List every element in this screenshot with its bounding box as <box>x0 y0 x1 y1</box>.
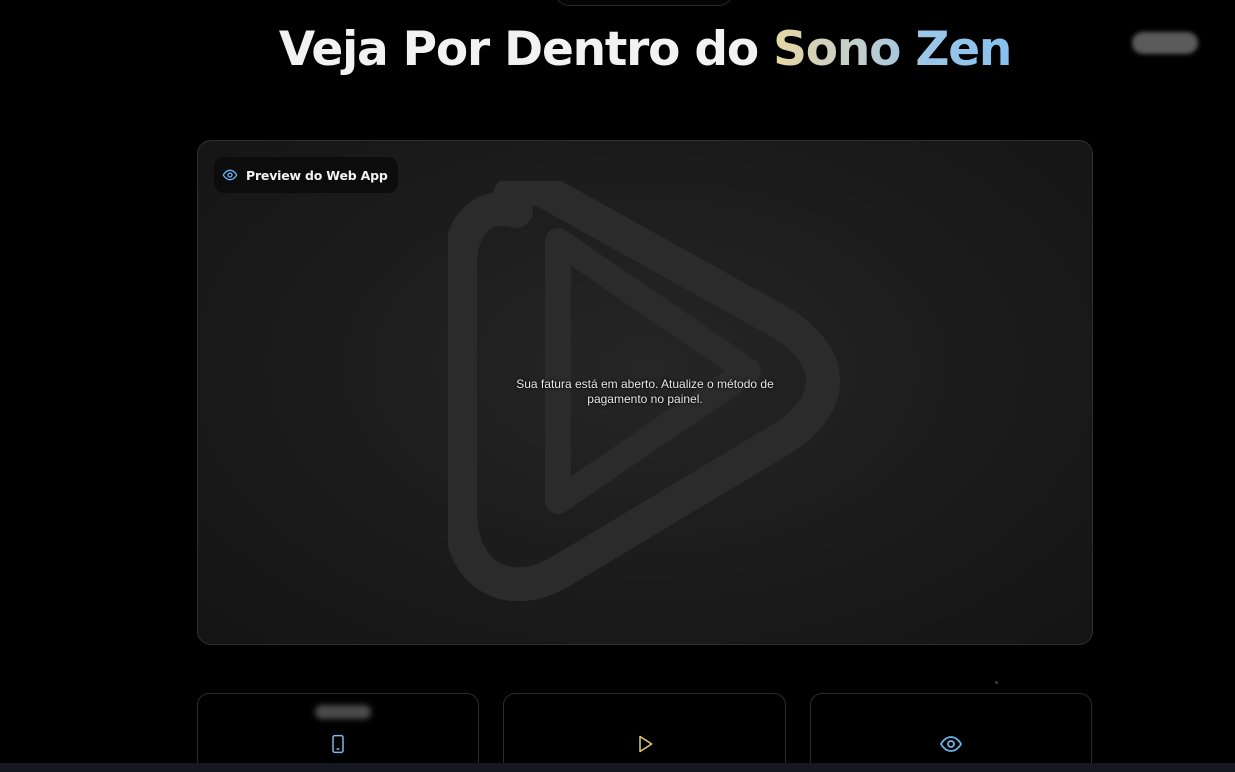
page-title-prefix: Veja Por Dentro do <box>278 22 774 77</box>
eye-icon <box>222 167 238 183</box>
eye-icon <box>939 732 963 756</box>
top-nav-pill[interactable] <box>555 0 733 6</box>
feature-card-video[interactable] <box>503 693 786 772</box>
page-title: Veja Por Dentro do Sono Zen <box>0 22 1235 77</box>
page: Veja Por Dentro do Sono Zen Preview do W… <box>0 0 1235 772</box>
feature-card-mobile[interactable] <box>197 693 479 772</box>
payment-notice-line-2: pagamento no painel. <box>587 392 703 406</box>
payment-notice: Sua fatura está em aberto. Atualize o mé… <box>495 377 795 407</box>
play-icon <box>633 732 657 756</box>
blurred-label <box>315 705 371 719</box>
decorative-dot <box>995 681 998 684</box>
bottom-bar <box>0 763 1235 772</box>
smartphone-icon <box>326 732 350 756</box>
preview-badge: Preview do Web App <box>214 157 398 193</box>
feature-card-preview[interactable] <box>810 693 1092 772</box>
web-app-preview-card[interactable]: Preview do Web App Sua fatura está em ab… <box>197 140 1093 645</box>
page-title-highlight: Sono Zen <box>773 22 1012 77</box>
payment-notice-line-1: Sua fatura está em aberto. Atualize o mé… <box>516 377 774 391</box>
preview-badge-label: Preview do Web App <box>246 167 388 183</box>
blurred-logo <box>1132 32 1198 54</box>
